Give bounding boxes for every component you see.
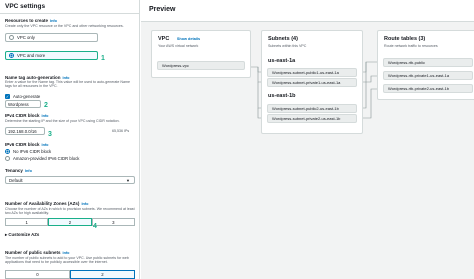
ipv6-label: IPv6 CIDR block Info: [5, 142, 48, 147]
subnets-card-desc: Subnets within this VPC: [268, 44, 307, 48]
az-label-1a: us-east-1a: [268, 58, 296, 64]
route-tables-title: Route tables (3): [384, 36, 426, 42]
subnets-card: Subnets (4) Subnets within this VPC us-e…: [261, 30, 363, 134]
vpc-create-page: VPC settings Resources to create Info Cre…: [0, 0, 474, 279]
callout-3: 3: [48, 131, 52, 138]
subnet-public1: Wordpress-subnet-public1-us-east-1a: [267, 68, 357, 77]
route-tables-card: Route tables (3) Route network traffic t…: [377, 30, 474, 100]
resources-label-text: Resources to create: [5, 18, 49, 23]
az-option-3[interactable]: 3: [91, 218, 135, 226]
checkbox-label: Auto-generate: [13, 94, 41, 99]
vpc-settings-panel: VPC settings Resources to create Info Cre…: [0, 0, 140, 279]
public-subnet-selector[interactable]: 0 2: [5, 270, 135, 279]
subnets-card-title: Subnets (4): [268, 36, 298, 42]
ipv6-option-none[interactable]: No IPv6 CIDR block: [5, 149, 51, 154]
name-tag-input[interactable]: Wordpress: [5, 100, 41, 108]
ipv4-label-text: IPv4 CIDR block: [5, 113, 40, 118]
info-link[interactable]: Info: [81, 202, 88, 206]
checkmark-icon[interactable]: ✓: [5, 94, 10, 99]
info-link[interactable]: Info: [50, 19, 57, 23]
route-table-private2: Wordpress-rtb-private2-us-east-1b: [383, 84, 473, 93]
info-link[interactable]: Info: [42, 114, 49, 118]
option-vpc-only[interactable]: VPC only: [5, 33, 98, 42]
az-option-1[interactable]: 1: [5, 218, 49, 226]
vpc-title-text: VPC: [158, 36, 170, 42]
public-subnets-label-text: Number of public subnets: [5, 250, 61, 255]
ipv4-count: 65,536 IPs: [112, 129, 130, 133]
vpc-card-desc: Your AWS virtual network: [158, 44, 199, 48]
info-link[interactable]: Info: [63, 251, 70, 255]
customize-azs-label: Customize AZs: [8, 232, 40, 237]
auto-generate-checkbox[interactable]: ✓ Auto-generate: [5, 94, 40, 99]
public-subnets-label: Number of public subnets Info: [5, 250, 69, 255]
az-option-2[interactable]: 2: [48, 218, 92, 226]
callout-4: 4: [93, 223, 97, 230]
az-label: Number of Availability Zones (AZs) Info: [5, 201, 88, 206]
vpc-card: VPC Show details Your AWS virtual networ…: [151, 30, 251, 78]
resources-desc: Create only the VPC resource or the VPC …: [5, 24, 124, 28]
option-label: No IPv6 CIDR block: [13, 149, 52, 154]
info-link[interactable]: Info: [42, 143, 49, 147]
chevron-down-icon: ▼: [126, 177, 130, 183]
option-label: Amazon-provided IPv6 CIDR block: [13, 156, 80, 161]
option-label: VPC only: [17, 35, 35, 40]
az-label-text: Number of Availability Zones (AZs): [5, 201, 80, 206]
vpc-card-title: VPC Show details: [158, 36, 200, 42]
ipv4-cidr-input[interactable]: 192.168.0.0/16: [5, 127, 45, 135]
tenancy-select[interactable]: Default ▼: [5, 176, 135, 184]
route-table-public: Wordpress-rtb-public: [383, 58, 473, 67]
ipv6-label-text: IPv6 CIDR block: [5, 142, 40, 147]
subnet-private1: Wordpress-subnet-private1-us-east-1a: [267, 78, 357, 87]
callout-2: 2: [44, 102, 48, 109]
resources-label: Resources to create Info: [5, 18, 57, 23]
az-count-selector[interactable]: 1 2 3: [5, 218, 135, 226]
ipv4-label: IPv4 CIDR block Info: [5, 113, 48, 118]
panel-title: VPC settings: [0, 0, 139, 14]
ipv4-desc: Determine the starting IP and the size o…: [5, 119, 120, 123]
route-table-private1: Wordpress-rtb-private1-us-east-1a: [383, 71, 473, 80]
subnet-public2: Wordpress-subnet-public2-us-east-1b: [267, 104, 357, 113]
tenancy-label-text: Tenancy: [5, 168, 23, 173]
callout-1: 1: [101, 55, 105, 62]
radio-selected-icon[interactable]: [9, 53, 14, 58]
radio-selected-icon[interactable]: [5, 149, 10, 154]
customize-azs-toggle[interactable]: ▸ Customize AZs: [5, 232, 39, 238]
tenancy-label: Tenancy Info: [5, 168, 32, 173]
info-link[interactable]: Info: [25, 169, 32, 173]
radio-icon[interactable]: [5, 156, 10, 161]
show-details-link[interactable]: Show details: [177, 37, 200, 41]
subnet-private2: Wordpress-subnet-private2-us-east-1b: [267, 114, 357, 123]
public-option-2[interactable]: 2: [70, 270, 135, 279]
public-subnets-desc: The number of public subnets to add to y…: [5, 256, 129, 265]
az-label-1b: us-east-1b: [268, 93, 296, 99]
option-vpc-and-more[interactable]: VPC and more: [5, 51, 98, 60]
ipv6-option-amazon[interactable]: Amazon-provided IPv6 CIDR block: [5, 156, 79, 161]
tenancy-value: Default: [9, 177, 23, 183]
name-tag-desc: Enter a value for the Name tag. This val…: [5, 80, 130, 89]
option-label: VPC and more: [17, 53, 46, 58]
public-option-0[interactable]: 0: [5, 270, 70, 279]
route-tables-desc: Route network traffic to resources: [384, 44, 438, 48]
preview-panel: Preview VPC Show details Your AWS virtua…: [141, 0, 474, 279]
vpc-item: Wordpress-vpc: [157, 61, 245, 70]
radio-icon[interactable]: [9, 35, 14, 40]
az-desc: Choose the number of AZs in which to pro…: [5, 207, 135, 216]
